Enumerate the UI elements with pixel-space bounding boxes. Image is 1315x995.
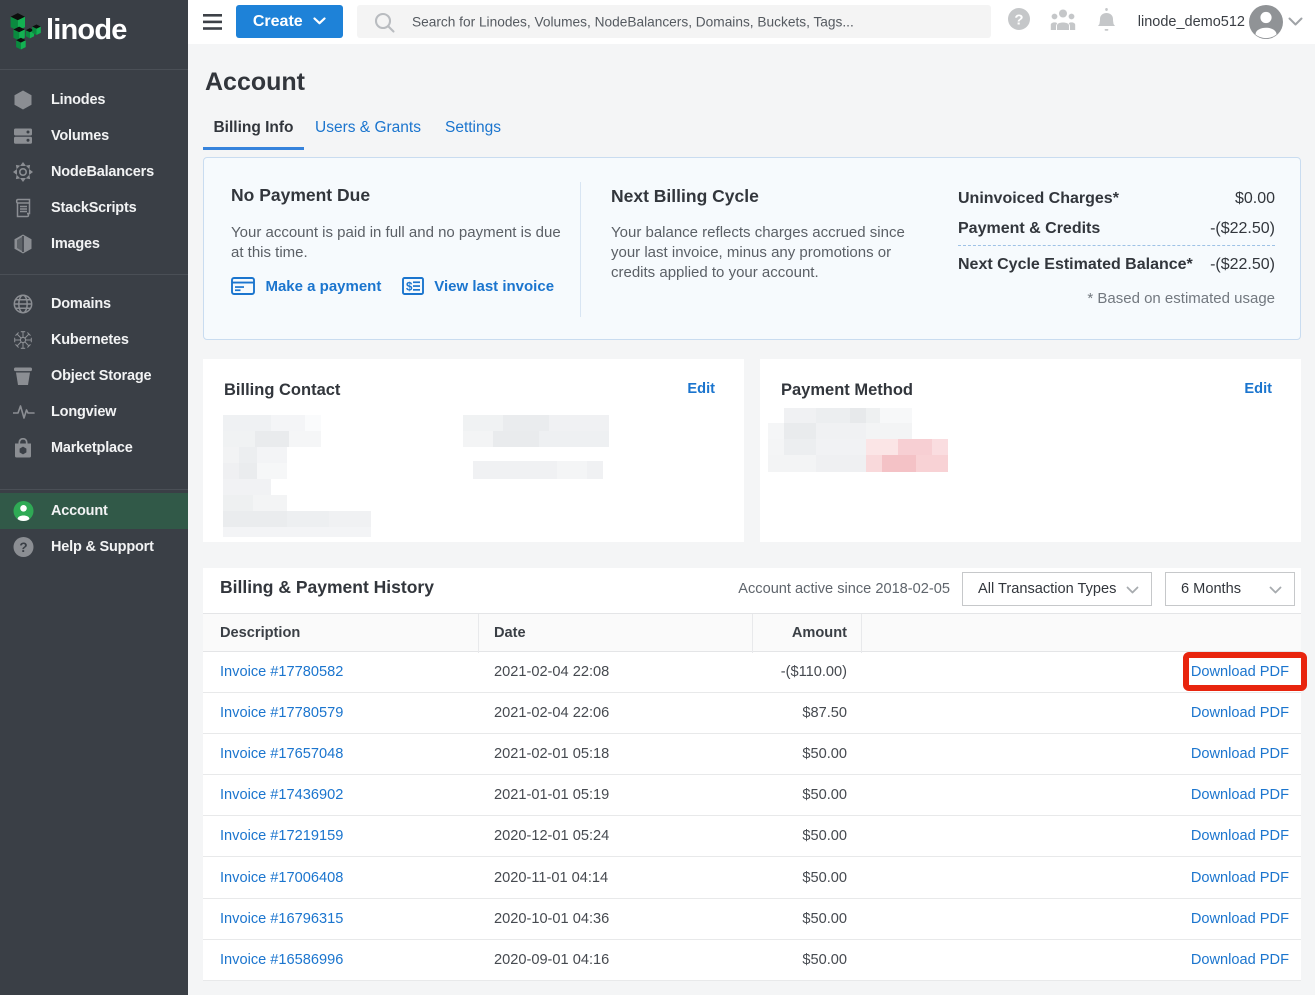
svg-text:?: ? [1014, 11, 1023, 28]
svg-text:$: $ [406, 281, 413, 293]
svg-text:?: ? [19, 540, 27, 555]
